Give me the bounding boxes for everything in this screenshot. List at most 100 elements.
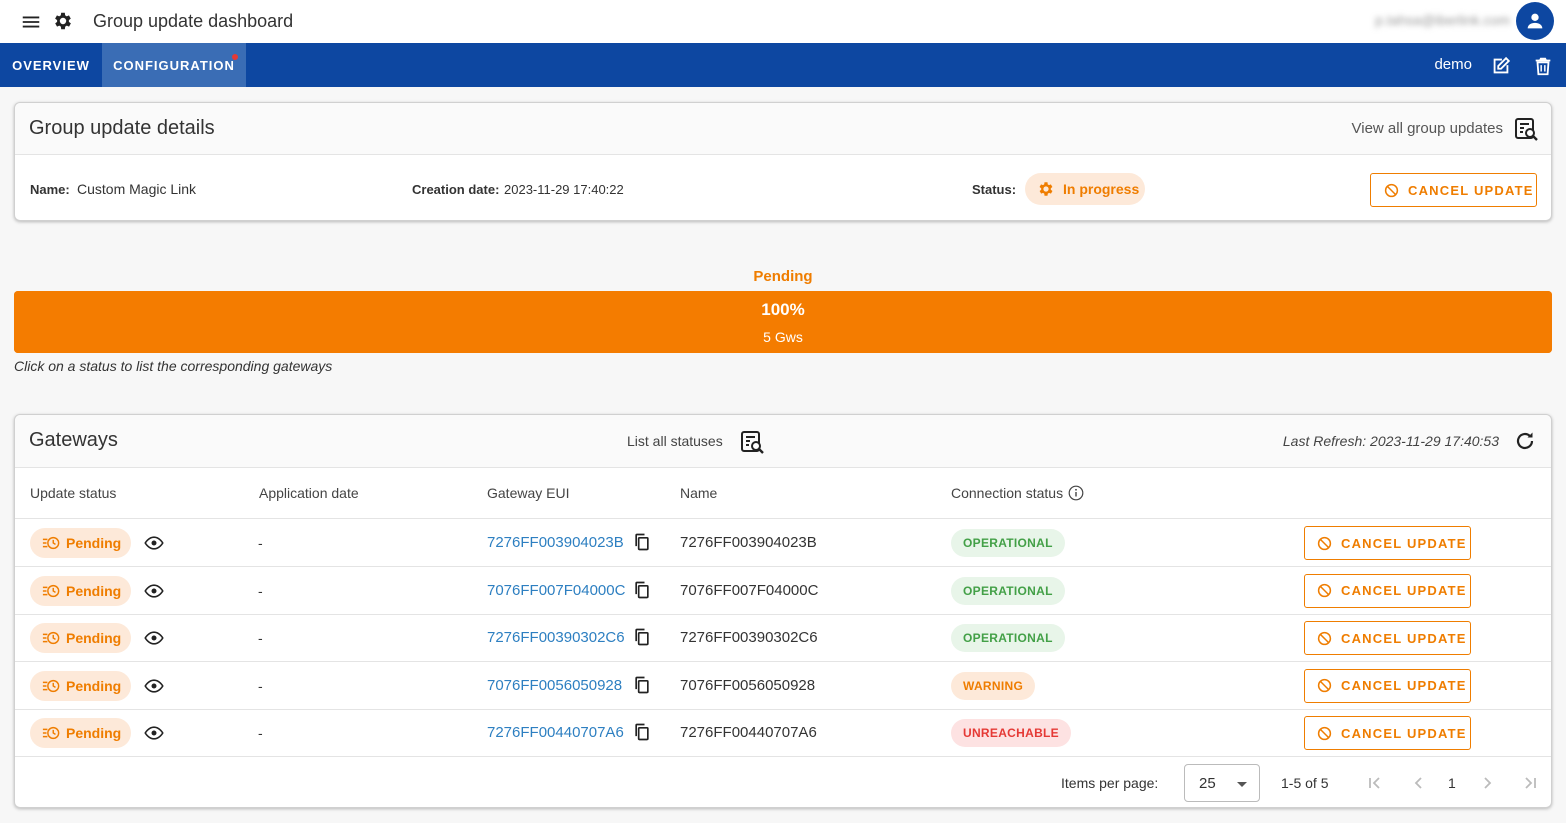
last-refresh: Last Refresh: 2023-11-29 17:40:53 — [1282, 433, 1499, 449]
gateway-name: 7276FF00390302C6 — [680, 629, 818, 647]
pending-status-chip[interactable]: Pending — [30, 670, 131, 701]
current-page-number[interactable]: 1 — [1448, 775, 1456, 791]
copy-icon[interactable] — [632, 675, 652, 695]
trash-icon[interactable] — [1532, 55, 1554, 77]
user-email: p.tahsa@iberlink.com — [1375, 12, 1510, 28]
block-icon — [1384, 183, 1399, 197]
copy-icon[interactable] — [632, 722, 652, 742]
cancel-update-label: CANCEL UPDATE — [1341, 535, 1467, 551]
table-row: Pending - 7076FF0056050928 7076FF0056050928… — [15, 662, 1551, 710]
gateways-card: Gateways List all statuses Last Refresh:… — [14, 414, 1552, 808]
gateway-name: 7276FF00440707A6 — [680, 724, 817, 742]
gateways-card-header: Gateways List all statuses Last Refresh:… — [15, 415, 1551, 468]
status-label: Status: — [972, 182, 1017, 197]
schedule-list-icon — [42, 679, 60, 692]
last-page-icon[interactable] — [1520, 773, 1540, 793]
connection-status-badge: OPERATIONAL — [951, 576, 1065, 605]
gateway-eui-link[interactable]: 7276FF00390302C6 — [487, 629, 625, 646]
application-date: - — [258, 582, 263, 599]
pending-progress-bar[interactable]: 100% 5 Gws — [14, 291, 1552, 353]
cancel-update-button[interactable]: CANCEL UPDATE — [1370, 173, 1537, 207]
details-card-header: Group update details View all group upda… — [15, 103, 1551, 155]
gateway-name: 7276FF003904023B — [680, 534, 817, 551]
progress-status-label: Pending — [753, 268, 813, 285]
account-icon[interactable] — [1516, 2, 1554, 40]
creation-date-label: Creation date: — [412, 182, 500, 197]
block-icon — [1317, 536, 1332, 550]
group-update-details-card: Group update details View all group upda… — [14, 102, 1552, 221]
block-icon — [1317, 679, 1332, 693]
progress-hint: Click on a status to list the correspond… — [14, 358, 333, 374]
eye-icon[interactable] — [144, 533, 164, 553]
pending-status-chip[interactable]: Pending — [30, 718, 131, 749]
eye-icon[interactable] — [144, 628, 164, 648]
block-icon — [1317, 583, 1332, 598]
eye-icon[interactable] — [144, 723, 164, 743]
application-date: - — [258, 535, 263, 551]
connection-status-badge: OPERATIONAL — [951, 624, 1065, 653]
info-icon[interactable] — [1068, 485, 1084, 501]
progress-count: 5 Gws — [763, 329, 803, 345]
update-status-label: Pending — [66, 535, 122, 551]
name-value: Custom Magic Link — [77, 181, 197, 197]
list-search-icon[interactable] — [739, 429, 765, 455]
table-row: Pending - 7276FF003904023B 7276FF003904023B… — [15, 519, 1551, 567]
connection-status-badge: OPERATIONAL — [951, 529, 1065, 557]
eye-icon[interactable] — [144, 676, 164, 696]
gateways-title: Gateways — [29, 429, 118, 451]
pending-status-chip[interactable]: Pending — [30, 623, 131, 654]
column-header-update-status: Update status — [30, 485, 117, 501]
pending-status-chip[interactable]: Pending — [30, 575, 131, 606]
schedule-list-icon — [42, 632, 60, 645]
items-per-page-value: 25 — [1199, 775, 1216, 792]
tab-overview-label: OVERVIEW — [12, 57, 90, 73]
gateway-eui-link[interactable]: 7076FF0056050928 — [487, 677, 622, 694]
cancel-update-label: CANCEL UPDATE — [1341, 583, 1467, 599]
chevron-down-icon — [1237, 782, 1247, 787]
edit-icon[interactable] — [1490, 55, 1512, 77]
first-page-icon[interactable] — [1365, 773, 1385, 793]
nav-bar: OVERVIEW CONFIGURATION demo — [0, 43, 1566, 87]
copy-icon[interactable] — [632, 580, 652, 600]
notification-dot — [232, 54, 238, 60]
block-icon — [1317, 631, 1332, 645]
cancel-update-button[interactable]: CANCEL UPDATE — [1304, 716, 1471, 751]
gateway-eui-link[interactable]: 7076FF007F04000C — [487, 582, 625, 599]
update-status-label: Pending — [66, 677, 122, 694]
menu-icon[interactable] — [20, 11, 42, 33]
next-page-icon[interactable] — [1477, 773, 1497, 793]
progress-percent: 100% — [761, 300, 805, 319]
gateway-eui-link[interactable]: 7276FF00440707A6 — [487, 724, 624, 741]
eye-icon[interactable] — [144, 581, 164, 601]
tab-configuration[interactable]: CONFIGURATION — [102, 43, 246, 87]
status-value: In progress — [1063, 181, 1140, 197]
cancel-update-button[interactable]: CANCEL UPDATE — [1304, 621, 1471, 656]
column-header-application-date: Application date — [259, 485, 359, 501]
tab-overview[interactable]: OVERVIEW — [0, 43, 102, 87]
pending-status-chip[interactable]: Pending — [30, 528, 131, 558]
column-header-name: Name — [680, 485, 718, 501]
page-range-label: 1-5 of 5 — [1281, 775, 1329, 791]
cancel-update-label: CANCEL UPDATE — [1341, 630, 1467, 646]
view-all-group-updates-link[interactable]: View all group updates — [1352, 120, 1504, 137]
list-all-statuses-link[interactable]: List all statuses — [627, 433, 723, 449]
connection-status-badge: UNREACHABLE — [951, 719, 1071, 748]
cancel-update-button[interactable]: CANCEL UPDATE — [1304, 668, 1471, 703]
paginator: Items per page: 25 1-5 of 5 1 — [15, 758, 1551, 808]
items-per-page-select[interactable]: 25 — [1184, 764, 1260, 802]
name-label: Name: — [30, 182, 70, 197]
copy-icon[interactable] — [632, 532, 652, 552]
refresh-icon[interactable] — [1513, 429, 1537, 453]
copy-icon[interactable] — [632, 627, 652, 647]
current-user: demo — [1434, 56, 1472, 73]
list-search-icon[interactable] — [1513, 116, 1539, 142]
cancel-update-button[interactable]: CANCEL UPDATE — [1304, 573, 1471, 608]
update-status-label: Pending — [66, 582, 122, 599]
block-icon — [1317, 726, 1332, 741]
cancel-update-button[interactable]: CANCEL UPDATE — [1304, 526, 1471, 560]
gateway-name: 7076FF007F04000C — [680, 581, 819, 599]
gear-icon[interactable] — [52, 10, 74, 32]
gateway-eui-link[interactable]: 7276FF003904023B — [487, 534, 624, 551]
previous-page-icon[interactable] — [1409, 773, 1429, 793]
connection-status-label: Connection status — [951, 485, 1064, 501]
